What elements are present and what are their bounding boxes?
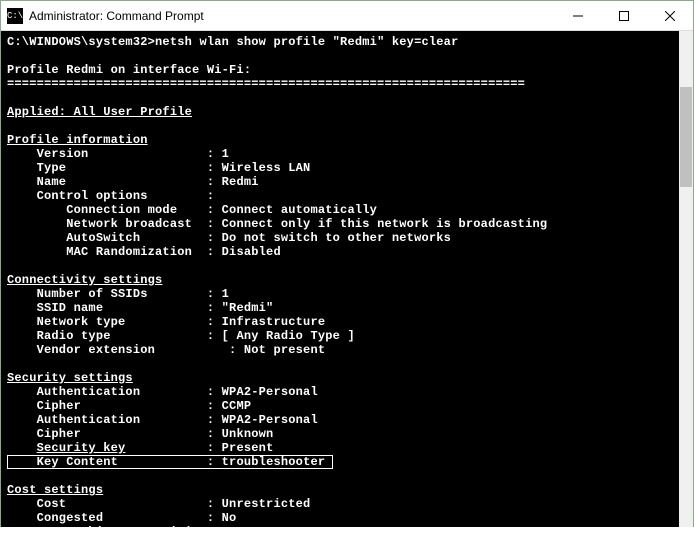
security-key-value: Present xyxy=(222,441,274,455)
row-sep: : xyxy=(118,455,222,469)
maximize-button[interactable] xyxy=(601,1,647,31)
row-label: Cipher : xyxy=(7,399,222,413)
security-key-label: Security key xyxy=(37,441,126,455)
row-value: No xyxy=(222,525,237,539)
row-label: Connection mode : xyxy=(7,203,222,217)
minimize-button[interactable] xyxy=(555,1,601,31)
vertical-scrollbar[interactable] xyxy=(679,31,693,527)
section-header-connectivity: Connectivity settings xyxy=(7,273,162,287)
row-value: Connect automatically xyxy=(222,203,377,217)
section-header-security: Security settings xyxy=(7,371,133,385)
row-label: Authentication : xyxy=(7,413,222,427)
row-value: Disabled xyxy=(222,245,281,259)
row-label: Authentication : xyxy=(7,385,222,399)
profile-rule: ========================================… xyxy=(7,77,525,91)
row-value: 1 xyxy=(222,287,229,301)
row-label: Name : xyxy=(7,175,222,189)
prompt-path: C:\WINDOWS\system32> xyxy=(7,35,155,49)
row-value: Infrastructure xyxy=(222,315,326,329)
applied-label: Applied: All User Profile xyxy=(7,105,192,119)
row-value: "Redmi" xyxy=(222,301,274,315)
row-label: Cost : xyxy=(7,497,222,511)
key-content-value: troubleshooter xyxy=(222,455,326,469)
row-value: [ Any Radio Type ] xyxy=(222,329,355,343)
row-label: AutoSwitch : xyxy=(7,231,222,245)
row-label: Approaching Data Limit : xyxy=(7,525,222,539)
row-label: SSID name : xyxy=(7,301,222,315)
row-value: Redmi xyxy=(222,175,259,189)
row-label: Network type : xyxy=(7,315,222,329)
row-label: Type : xyxy=(7,161,222,175)
close-button[interactable] xyxy=(647,1,693,31)
row-value: Connect only if this network is broadcas… xyxy=(222,217,548,231)
console-output[interactable]: C:\WINDOWS\system32>netsh wlan show prof… xyxy=(1,31,681,527)
row-label: Network broadcast : xyxy=(7,217,222,231)
row-label: Vendor extension : xyxy=(7,343,244,357)
scrollbar-thumb[interactable] xyxy=(680,87,692,187)
row-label: Number of SSIDs : xyxy=(7,287,222,301)
command-text: netsh wlan show profile "Redmi" key=clea… xyxy=(155,35,458,49)
row-value: 1 xyxy=(222,147,229,161)
row-label: Congested : xyxy=(7,511,222,525)
row-label: MAC Randomization : xyxy=(7,245,222,259)
cmd-icon: C:\ xyxy=(7,8,23,24)
titlebar: C:\ Administrator: Command Prompt xyxy=(1,1,693,31)
row-value: Wireless LAN xyxy=(222,161,311,175)
row-value: No xyxy=(222,511,237,525)
row-value: Unknown xyxy=(222,427,274,441)
row-value: Do not switch to other networks xyxy=(222,231,451,245)
console-area: C:\WINDOWS\system32>netsh wlan show prof… xyxy=(1,31,693,527)
row-value: Not present xyxy=(244,343,325,357)
section-header-profile-info: Profile information xyxy=(7,133,148,147)
row-value: WPA2-Personal xyxy=(222,385,318,399)
profile-header: Profile Redmi on interface Wi-Fi: xyxy=(7,63,251,77)
row-label: Version : xyxy=(7,147,222,161)
row-label: Radio type : xyxy=(7,329,222,343)
row-value: CCMP xyxy=(222,399,252,413)
row-value: WPA2-Personal xyxy=(222,413,318,427)
key-content-label: Key Content xyxy=(37,455,118,469)
row-value: Unrestricted xyxy=(222,497,311,511)
row-label: Control options : xyxy=(7,189,214,203)
section-header-cost: Cost settings xyxy=(7,483,103,497)
key-content-row: Key Content : troubleshooter xyxy=(7,455,333,469)
row-label: Cipher : xyxy=(7,427,222,441)
window-title: Administrator: Command Prompt xyxy=(29,9,555,23)
row-sep: : xyxy=(125,441,221,455)
